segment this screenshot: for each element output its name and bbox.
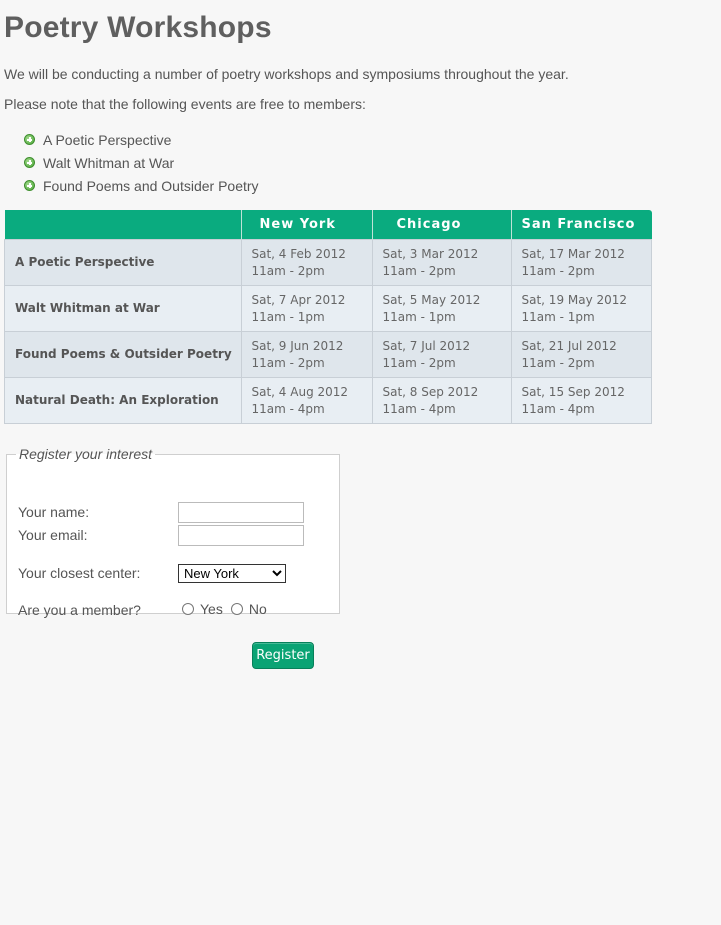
schedule-cell: Sat, 9 Jun 2012 11am - 2pm xyxy=(240,331,373,378)
plus-circle-icon xyxy=(24,157,35,168)
date-text: Sat, 5 May 2012 xyxy=(382,292,481,307)
date-text: Sat, 3 Mar 2012 xyxy=(382,246,479,261)
column-header-event xyxy=(4,210,242,240)
schedule-cell: Sat, 7 Apr 2012 11am - 1pm xyxy=(240,285,373,332)
time-text: 11am - 4pm xyxy=(521,401,595,416)
plus-circle-icon xyxy=(24,134,35,145)
schedule-cell: Sat, 4 Aug 2012 11am - 4pm xyxy=(240,377,373,424)
member-yes-radio[interactable] xyxy=(182,603,194,615)
date-text: Sat, 4 Feb 2012 xyxy=(251,246,346,261)
member-no-label[interactable]: No xyxy=(249,601,267,617)
members-note: Please note that the following events ar… xyxy=(4,96,366,112)
member-no-radio[interactable] xyxy=(230,603,243,615)
list-item-label: Found Poems and Outsider Poetry xyxy=(43,177,259,194)
time-text: 11am - 2pm xyxy=(382,263,456,278)
list-item: A Poetic Perspective xyxy=(24,128,259,151)
date-text: Sat, 21 Jul 2012 xyxy=(521,338,617,353)
table-row: Found Poems & Outsider Poetry Sat, 9 Jun… xyxy=(4,331,652,378)
event-name-cell: Natural Death: An Exploration xyxy=(4,377,242,424)
date-text: Sat, 8 Sep 2012 xyxy=(382,384,479,399)
time-text: 11am - 1pm xyxy=(521,309,595,324)
list-item: Found Poems and Outsider Poetry xyxy=(24,174,259,197)
time-text: 11am - 4pm xyxy=(251,401,325,416)
list-item: Walt Whitman at War xyxy=(24,151,259,174)
time-text: 11am - 2pm xyxy=(382,355,456,370)
free-events-list: A Poetic Perspective Walt Whitman at War… xyxy=(24,128,259,197)
date-text: Sat, 9 Jun 2012 xyxy=(251,338,344,353)
register-button[interactable]: Register xyxy=(252,642,314,669)
plus-circle-icon xyxy=(24,180,35,191)
member-radio-group: Yes No xyxy=(182,601,275,617)
schedule-cell: Sat, 3 Mar 2012 11am - 2pm xyxy=(371,239,512,286)
date-text: Sat, 15 Sep 2012 xyxy=(521,384,625,399)
time-text: 11am - 1pm xyxy=(251,309,325,324)
email-label: Your email: xyxy=(18,527,88,543)
list-item-label: Walt Whitman at War xyxy=(43,154,175,171)
schedule-cell: Sat, 4 Feb 2012 11am - 2pm xyxy=(240,239,373,286)
time-text: 11am - 1pm xyxy=(382,309,456,324)
center-select[interactable]: New York xyxy=(178,564,286,583)
page-title: Poetry Workshops xyxy=(4,11,272,44)
member-yes-label[interactable]: Yes xyxy=(200,601,223,617)
time-text: 11am - 2pm xyxy=(521,355,595,370)
schedule-cell: Sat, 15 Sep 2012 11am - 4pm xyxy=(510,377,652,424)
date-text: Sat, 7 Jul 2012 xyxy=(382,338,471,353)
schedule-table: New York Chicago San Francisco A Poetic … xyxy=(4,210,652,424)
time-text: 11am - 2pm xyxy=(521,263,595,278)
event-name-cell: Found Poems & Outsider Poetry xyxy=(4,331,242,378)
time-text: 11am - 4pm xyxy=(382,401,456,416)
event-name-cell: A Poetic Perspective xyxy=(4,239,242,286)
schedule-cell: Sat, 7 Jul 2012 11am - 2pm xyxy=(371,331,512,378)
column-header-san-francisco: San Francisco xyxy=(511,210,652,240)
column-header-new-york: New York xyxy=(241,210,373,240)
intro-text: We will be conducting a number of poetry… xyxy=(4,66,569,82)
date-text: Sat, 17 Mar 2012 xyxy=(521,246,625,261)
schedule-cell: Sat, 21 Jul 2012 11am - 2pm xyxy=(510,331,652,378)
schedule-cell: Sat, 8 Sep 2012 11am - 4pm xyxy=(371,377,512,424)
table-row: Walt Whitman at War Sat, 7 Apr 2012 11am … xyxy=(4,285,652,332)
name-label: Your name: xyxy=(18,504,90,520)
schedule-cell: Sat, 17 Mar 2012 11am - 2pm xyxy=(510,239,652,286)
event-name-cell: Walt Whitman at War xyxy=(4,285,242,332)
table-row: Natural Death: An Exploration Sat, 4 Aug… xyxy=(4,377,652,424)
list-item-label: A Poetic Perspective xyxy=(43,131,172,148)
name-field[interactable] xyxy=(178,502,304,523)
time-text: 11am - 2pm xyxy=(251,355,325,370)
time-text: 11am - 2pm xyxy=(251,263,325,278)
schedule-cell: Sat, 5 May 2012 11am - 1pm xyxy=(371,285,512,332)
date-text: Sat, 4 Aug 2012 xyxy=(251,384,349,399)
form-legend: Register your interest xyxy=(19,446,153,462)
date-text: Sat, 7 Apr 2012 xyxy=(251,292,346,307)
register-form: Register your interest Your name: Your e… xyxy=(6,446,340,618)
table-row: A Poetic Perspective Sat, 4 Feb 2012 11am… xyxy=(4,239,652,286)
date-text: Sat, 19 May 2012 xyxy=(521,292,628,307)
table-header-row: New York Chicago San Francisco xyxy=(4,210,652,240)
email-field[interactable] xyxy=(178,525,304,546)
center-label: Your closest center: xyxy=(18,565,141,581)
schedule-cell: Sat, 19 May 2012 11am - 1pm xyxy=(510,285,652,332)
column-header-chicago: Chicago xyxy=(372,210,512,240)
member-label: Are you a member? xyxy=(18,602,141,618)
